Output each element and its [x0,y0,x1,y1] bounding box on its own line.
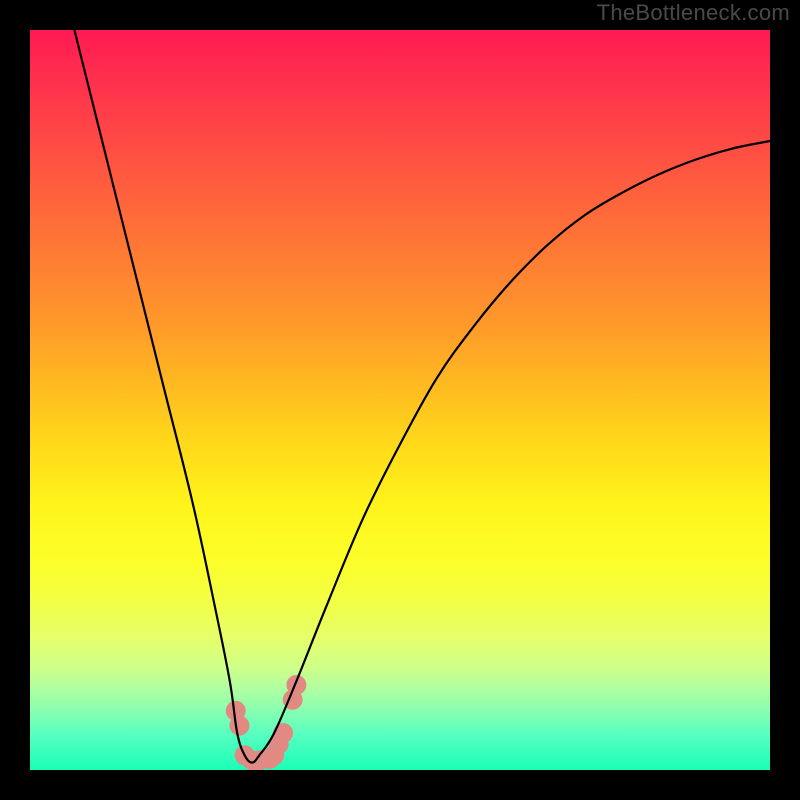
watermark-text: TheBottleneck.com [597,0,790,26]
chart-frame: TheBottleneck.com [0,0,800,800]
highlight-dot [286,675,306,695]
bottleneck-curve [74,30,770,763]
plot-svg [30,30,770,770]
highlight-dot [229,716,249,736]
highlight-dot [273,723,293,743]
